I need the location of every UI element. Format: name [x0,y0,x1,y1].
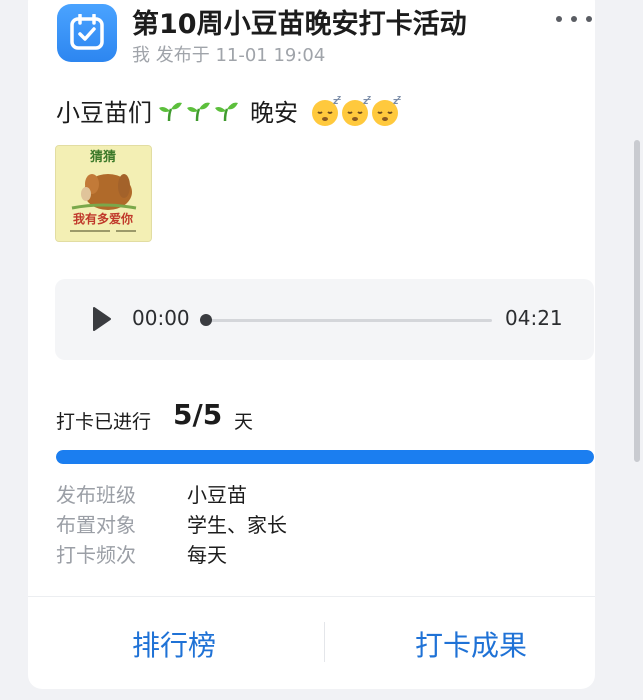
info-value: 学生、家长 [187,513,287,537]
footer-divider [28,596,595,597]
greeting-suffix: 晚安 [250,99,298,127]
calendar-check-icon [57,4,117,62]
info-value: 每天 [187,543,227,567]
info-label: 打卡频次 [56,543,136,567]
more-dots-icon[interactable] [554,16,594,26]
sleeping-face-icon: zz [312,95,341,126]
book-title-text: 我有多爱你 [73,211,133,226]
scrollbar[interactable] [634,140,640,462]
sleeping-face-icon: zz [342,95,371,126]
post-meta: 我 发布于 11-01 19:04 [132,45,326,66]
play-icon[interactable] [92,306,112,332]
sleeping-face-icon: zz [372,95,401,126]
checkin-results-button[interactable]: 打卡成果 [415,624,527,664]
book-cover-image[interactable]: 猜猜 我有多爱你 [55,145,152,242]
audio-current-time: 00:00 [132,306,190,330]
sleepy-group: zz zz zz [310,95,401,127]
info-row-frequency: 打卡频次 每天 [56,539,227,568]
audio-total-time: 04:21 [505,306,563,330]
audio-progress-track[interactable] [206,319,492,322]
info-row-class: 发布班级 小豆苗 [56,479,247,508]
audio-progress-knob[interactable] [200,314,212,326]
sprout-group [158,100,238,122]
checkin-value: 5/5 [173,398,223,431]
book-top-text: 猜猜 [89,149,116,165]
info-label: 发布班级 [56,483,136,507]
greeting-line: 小豆苗们 晚安 zz zz zz [56,93,401,128]
info-label: 布置对象 [56,513,136,537]
post-title: 第10周小豆苗晚安打卡活动 [132,9,467,40]
footer-vertical-divider [324,622,325,662]
greeting-text: 小豆苗们 [56,99,152,127]
ranking-button[interactable]: 排行榜 [132,624,216,664]
svg-text:z: z [397,95,401,102]
info-value: 小豆苗 [187,483,247,507]
seedling-icon [159,102,182,121]
checkin-unit: 天 [234,411,254,433]
checkin-progress-fill [56,450,594,464]
seedling-icon [187,102,210,121]
checkin-progress-bar [56,450,594,464]
info-row-target: 布置对象 学生、家长 [56,509,287,538]
checkin-label: 打卡已进行 [56,411,152,433]
seedling-icon [215,102,238,121]
